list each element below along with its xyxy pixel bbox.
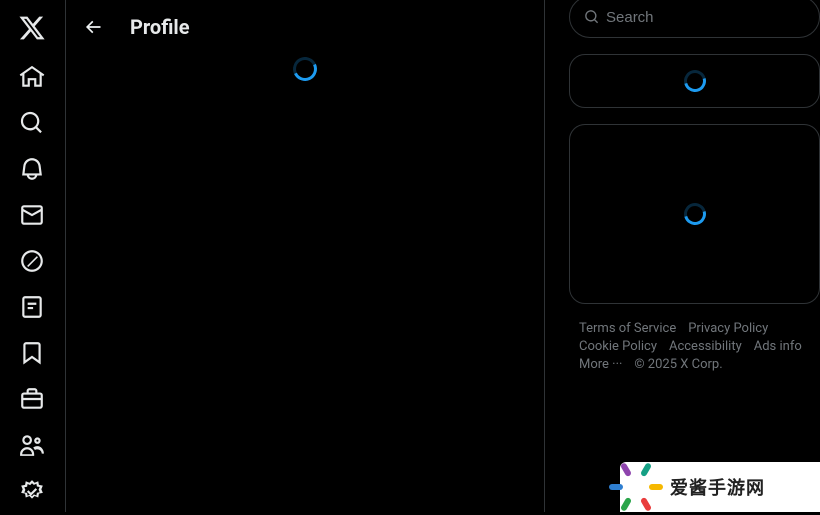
nav-explore[interactable] [7, 99, 57, 148]
nav-jobs[interactable] [7, 374, 57, 423]
nav-home[interactable] [7, 53, 57, 102]
nav-grok[interactable] [7, 237, 57, 286]
right-column: Terms of Service Privacy Policy Cookie P… [545, 0, 820, 512]
right-card-2 [569, 124, 820, 304]
brand-text: 爱酱手游网 [670, 474, 765, 500]
footer-copyright: © 2025 X Corp. [634, 356, 722, 374]
nav-notifications[interactable] [7, 145, 57, 194]
nav-bookmarks[interactable] [7, 328, 57, 377]
main-header: Profile [66, 0, 544, 53]
arrow-left-icon [83, 17, 103, 37]
main-loading [66, 53, 544, 81]
page-title: Profile [130, 15, 190, 39]
left-nav [0, 0, 65, 512]
spinner-icon [679, 199, 709, 229]
brand-logo-icon [628, 469, 664, 505]
spinner-icon [679, 66, 709, 96]
brand-overlay: 爱酱手游网 [620, 462, 820, 512]
x-logo[interactable] [7, 4, 57, 53]
search-box[interactable] [569, 0, 820, 38]
nav-lists[interactable] [7, 282, 57, 331]
main-column: Profile [65, 0, 545, 512]
right-card-1 [569, 54, 820, 108]
nav-messages[interactable] [7, 191, 57, 240]
footer-link[interactable]: Accessibility [669, 338, 742, 356]
back-button[interactable] [76, 10, 110, 44]
footer-link[interactable]: Ads info [754, 338, 802, 356]
footer-link[interactable]: Privacy Policy [688, 320, 768, 338]
footer-links: Terms of Service Privacy Policy Cookie P… [569, 320, 820, 374]
footer-link[interactable]: Terms of Service [579, 320, 676, 338]
search-input[interactable] [606, 9, 805, 26]
spinner-icon [290, 54, 321, 85]
search-icon [584, 9, 600, 25]
footer-link[interactable]: More ··· [579, 356, 622, 374]
nav-premium[interactable] [7, 466, 57, 515]
footer-link[interactable]: Cookie Policy [579, 338, 657, 356]
nav-communities[interactable] [7, 420, 57, 469]
